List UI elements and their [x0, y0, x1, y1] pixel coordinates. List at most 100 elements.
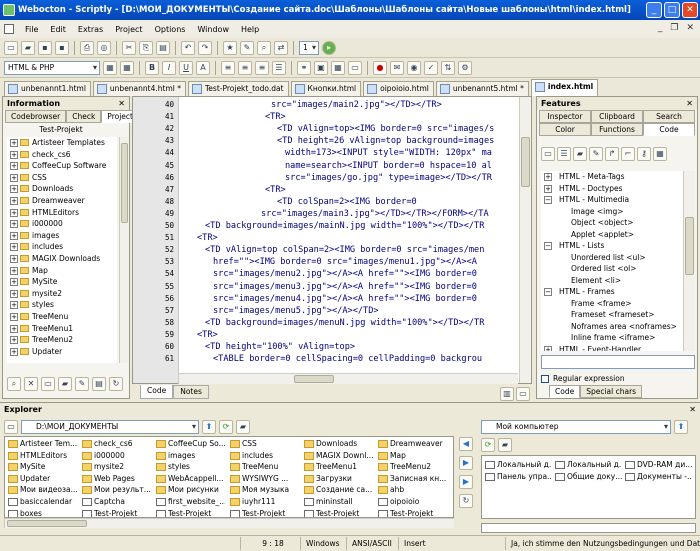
explorer-item[interactable]: Test-Projekt [377, 508, 447, 517]
expand-icon[interactable]: + [10, 150, 18, 159]
align-right-icon[interactable]: ≡ [255, 60, 269, 75]
tab-functions[interactable]: Functions [591, 123, 643, 136]
explorer-item[interactable]: includes [229, 450, 299, 462]
collapse-icon[interactable]: − [544, 288, 552, 296]
tree-item[interactable]: + Updater [7, 346, 117, 358]
explorer-item[interactable]: mysite2 [81, 461, 151, 473]
code-line[interactable]: src="images/go.jpg" type=image></TD></TR [285, 173, 492, 184]
code-line[interactable]: <TD vAlign=top colSpan=2><IMG border=0 s… [205, 245, 484, 256]
menu-help[interactable]: Help [240, 25, 260, 34]
expand-icon[interactable]: + [10, 312, 18, 321]
snippet-item[interactable]: Object <object> [541, 217, 683, 229]
tree-item[interactable]: + Map [7, 265, 117, 277]
list-view-icon[interactable]: ☰ [557, 147, 571, 161]
explorer-item[interactable]: iuyhr111 [229, 496, 299, 508]
code-line[interactable]: <TR> [265, 185, 286, 196]
editor-hscrollbar[interactable] [178, 373, 518, 384]
tree-item[interactable]: + i000000 [7, 218, 117, 230]
doc-close-button[interactable]: ✕ [686, 23, 694, 33]
expand-icon[interactable]: + [10, 220, 18, 229]
view-icon[interactable]: ▰ [236, 420, 250, 434]
underline-icon[interactable]: U [179, 60, 193, 75]
tree-item[interactable]: + HTMLEditors [7, 207, 117, 219]
scroll-thumb[interactable] [121, 143, 128, 223]
explorer-item[interactable]: Test-Projekt [229, 508, 299, 517]
tab-knopki[interactable]: Кнопки.html [290, 81, 362, 96]
snippet-category[interactable]: − HTML - Lists [541, 240, 683, 252]
tree-item[interactable]: + Artisteer Templates [7, 137, 117, 149]
code-line[interactable]: <TR> [265, 112, 286, 123]
explorer-item[interactable]: TreeMenu [229, 461, 299, 473]
close-panel-icon[interactable]: ✕ [118, 97, 125, 110]
explorer-hscrollbar[interactable] [4, 518, 454, 528]
explorer-item[interactable]: WYSIWYG ... [229, 473, 299, 485]
tree-item[interactable]: + TreeMenu2 [7, 334, 117, 346]
explorer-item[interactable]: WebAcappell... [155, 473, 225, 485]
explorer-item[interactable]: Мои рисунки [155, 484, 225, 496]
snippet-item[interactable]: Inline frame <iframe> [541, 332, 683, 344]
split-view-icon[interactable]: ▥ [500, 387, 514, 401]
code-line[interactable]: src="images/main3.jpg"></TD></TR></FORM>… [261, 209, 489, 220]
tree-item[interactable]: + CSS [7, 172, 117, 184]
explorer-item[interactable]: CoffeeCup So... [155, 438, 225, 450]
code-line[interactable]: <TD background=images/menuN.jpg width="1… [205, 318, 484, 329]
expand-icon[interactable]: + [10, 266, 18, 275]
tree-item[interactable]: + Dreamweaver [7, 195, 117, 207]
scroll-thumb[interactable] [685, 217, 694, 275]
properties-icon[interactable]: ▤ [92, 377, 106, 391]
tree-item[interactable]: + CoffeeCup Software [7, 160, 117, 172]
close-button[interactable]: ✕ [682, 2, 698, 18]
image-icon[interactable]: ▣ [314, 60, 328, 75]
code-editor[interactable]: 40 41 42 43 44 45 46 47 48 49 50 51 52 53 54 55 56 57 58 59… [132, 96, 532, 384]
collapse-icon[interactable]: − [544, 242, 552, 250]
tree-item[interactable]: + MySite [7, 276, 117, 288]
tab-unbenannt5[interactable]: unbenannt5.html * [435, 81, 529, 96]
snippet-input[interactable] [541, 355, 695, 369]
snippet-item[interactable]: Element <li> [541, 275, 683, 287]
tree-item[interactable]: + images [7, 230, 117, 242]
tree-item[interactable]: + includes [7, 241, 117, 253]
run-icon[interactable]: ▸ [322, 40, 336, 55]
scroll-thumb[interactable] [294, 375, 334, 383]
snippet-item[interactable]: Frameset <frameset> [541, 309, 683, 321]
snippet-category[interactable]: + HTML - Event-Handler [541, 344, 683, 351]
code-line[interactable]: <TD colSpan=2><IMG border=0 [277, 197, 417, 208]
close-panel-icon[interactable]: ✕ [689, 403, 696, 416]
tab-codebrowser[interactable]: Codebrowser [5, 110, 67, 123]
expand-icon[interactable]: + [544, 173, 552, 181]
code-line[interactable]: src="images/menu3.jpg"></A><A href=""><I… [213, 282, 477, 293]
expand-icon[interactable]: + [10, 347, 18, 356]
refresh-icon[interactable]: ⟳ [481, 438, 495, 452]
code-line[interactable]: <TD background=images/mainN.jpg width="1… [205, 221, 484, 232]
expand-icon[interactable]: + [10, 324, 18, 333]
search-icon[interactable]: ⌕ [7, 377, 21, 391]
explorer-path[interactable]: D:\МОИ_ДОКУМЕНТЫ [21, 420, 199, 434]
explorer-item[interactable]: basiccalendar [7, 496, 77, 508]
refresh-icon[interactable]: ↻ [109, 377, 123, 391]
print-icon[interactable]: ⎙ [80, 40, 94, 55]
align-center-icon[interactable]: ≡ [238, 60, 252, 75]
table-insert-icon[interactable]: ▦ [331, 60, 345, 75]
link-icon[interactable]: ⚭ [297, 60, 311, 75]
pen-icon[interactable]: ✎ [589, 147, 603, 161]
tab-index[interactable]: index.html [530, 79, 599, 96]
code-line[interactable]: name=search><INPUT border=0 hspace=10 al [285, 161, 492, 172]
language-select[interactable]: HTML & PHP [4, 60, 100, 75]
view-icon[interactable]: ▰ [498, 438, 512, 452]
computer-item[interactable]: Документы -... [624, 471, 692, 483]
list-icon[interactable]: ☰ [272, 60, 286, 75]
snippet-item[interactable]: Frame <frame> [541, 298, 683, 310]
expand-icon[interactable]: + [10, 278, 18, 287]
tree-item[interactable]: + TreeMenu [7, 311, 117, 323]
expand-icon[interactable]: + [10, 231, 18, 240]
expand-icon[interactable]: + [10, 196, 18, 205]
bookmark-icon[interactable]: ★ [223, 40, 237, 55]
explorer-item[interactable]: check_cs6 [81, 438, 151, 450]
code-line[interactable]: href=""><IMG border=0 src="images/menu1.… [213, 257, 477, 268]
computer-item[interactable]: DVD-RAM ди... [624, 459, 692, 471]
tree-item[interactable]: + mysite2 [7, 288, 117, 300]
explorer-item[interactable]: i000000 [81, 450, 151, 462]
expand-icon[interactable]: + [10, 173, 18, 182]
project-tree-scrollbar[interactable] [119, 137, 129, 363]
expand-icon[interactable]: + [10, 243, 18, 252]
